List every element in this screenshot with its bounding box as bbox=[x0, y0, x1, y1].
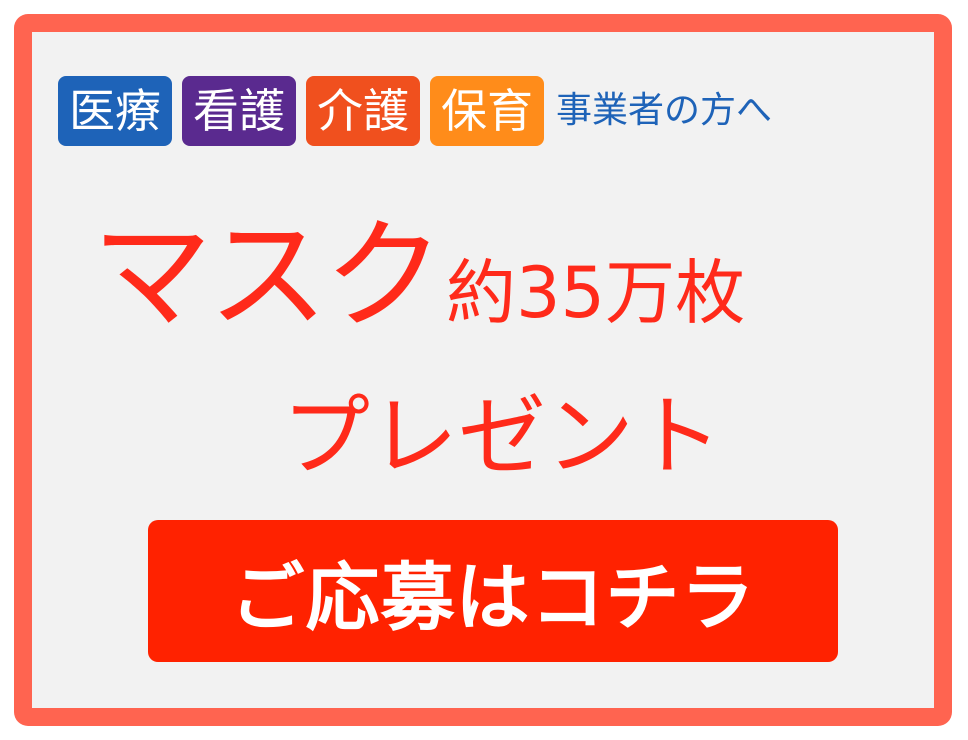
apply-button-label: ご応募はコチラ bbox=[230, 554, 756, 641]
tag-medical: 医療 bbox=[58, 76, 172, 146]
audience-text: 事業者の方へ bbox=[556, 90, 773, 131]
tag-care: 介護 bbox=[306, 76, 420, 146]
apply-button[interactable]: ご応募はコチラ bbox=[148, 520, 838, 662]
tag-childcare: 保育 bbox=[430, 76, 544, 146]
tag-nursing: 看護 bbox=[182, 76, 296, 146]
headline-main: マスク bbox=[92, 207, 444, 346]
headline-present: プレゼント bbox=[282, 385, 723, 488]
target-tags-row: 医療 看護 介護 保育 事業者の方へ bbox=[58, 76, 772, 146]
banner-frame: 医療 看護 介護 保育 事業者の方へ マスク約35万枚 プレゼント ご応募はコチ… bbox=[14, 14, 952, 726]
headline-quantity: 約35万枚 bbox=[446, 252, 746, 334]
headline: マスク約35万枚 bbox=[92, 202, 745, 368]
